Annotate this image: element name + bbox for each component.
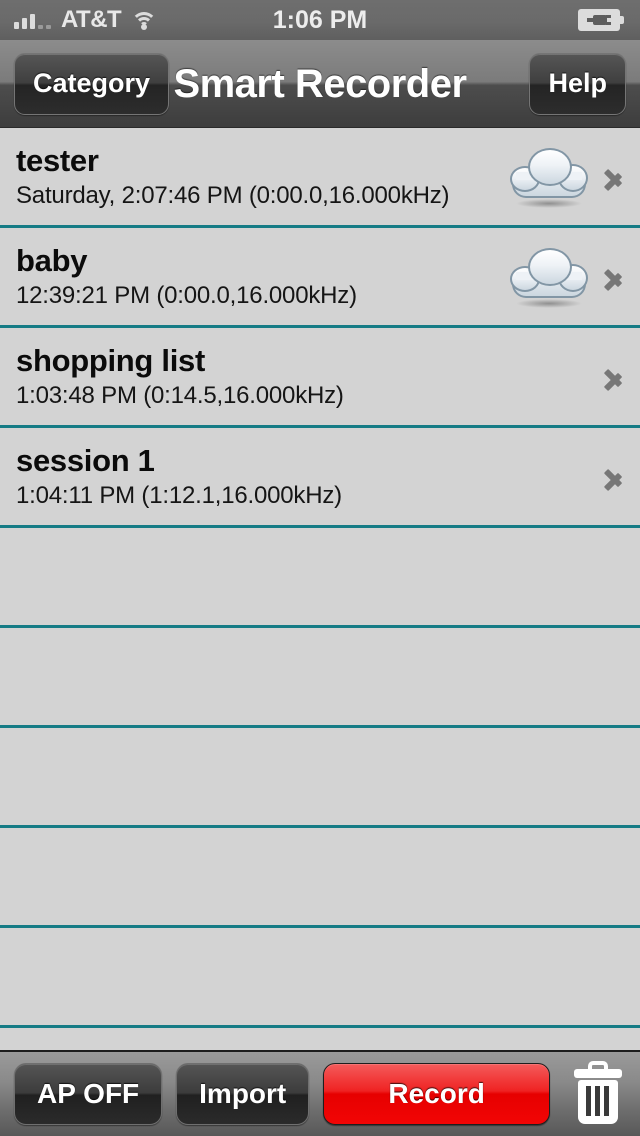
app-screen: AT&T 1:06 PM Category Smart Recorder Hel… [0,0,640,1136]
list-item-text: session 1 1:04:11 PM (1:12.1,16.000kHz) [0,442,602,512]
import-button[interactable]: Import [176,1063,310,1125]
status-bar: AT&T 1:06 PM [0,0,640,40]
list-item-text: tester Saturday, 2:07:46 PM (0:00.0,16.00… [0,142,508,212]
category-button[interactable]: Category [14,52,170,115]
cloud-icon[interactable] [508,246,590,308]
list-item [0,1028,640,1050]
list-item [0,928,640,1028]
list-item-text: shopping list 1:03:48 PM (0:14.5,16.000kH… [0,342,602,412]
list-item-subtitle: Saturday, 2:07:46 PM (0:00.0,16.000kHz) [16,181,450,209]
list-item-title: baby [16,242,88,278]
trash-icon[interactable] [570,1061,626,1127]
record-button[interactable]: Record [323,1063,550,1125]
list-item-subtitle: 12:39:21 PM (0:00.0,16.000kHz) [16,281,357,309]
chevron-right-icon[interactable] [602,460,626,494]
list-item-accessories [602,360,640,394]
list-item-text: baby 12:39:21 PM (0:00.0,16.000kHz) [0,242,508,312]
cloud-icon[interactable] [508,146,590,208]
status-bar-left: AT&T [0,6,240,34]
list-item-accessories [508,246,640,308]
chevron-right-icon[interactable] [602,260,626,294]
list-item[interactable]: session 1 1:04:11 PM (1:12.1,16.000kHz) [0,428,640,528]
status-bar-right [400,9,640,31]
chevron-right-icon[interactable] [602,160,626,194]
list-item [0,728,640,828]
battery-charging-icon [578,9,624,31]
list-item [0,528,640,628]
list-item[interactable]: baby 12:39:21 PM (0:00.0,16.000kHz) [0,228,640,328]
status-bar-clock: 1:06 PM [272,5,368,34]
chevron-right-icon[interactable] [602,360,626,394]
wifi-icon [131,10,158,30]
recordings-list[interactable]: tester Saturday, 2:07:46 PM (0:00.0,16.00… [0,128,640,1050]
carrier-label: AT&T [61,6,122,33]
help-button[interactable]: Help [529,52,626,115]
bottom-toolbar: AP OFF Import Record [0,1050,640,1136]
ap-toggle-button[interactable]: AP OFF [14,1063,163,1125]
list-item-title: session 1 [16,442,155,478]
list-item [0,628,640,728]
list-item[interactable]: tester Saturday, 2:07:46 PM (0:00.0,16.00… [0,128,640,228]
navigation-bar: Category Smart Recorder Help [0,40,640,128]
list-item-accessories [508,146,640,208]
list-item-title: shopping list [16,342,205,378]
list-item [0,828,640,928]
signal-strength-icon [14,11,51,29]
list-item-accessories [602,460,640,494]
list-item-title: tester [16,142,99,178]
list-item[interactable]: shopping list 1:03:48 PM (0:14.5,16.000kH… [0,328,640,428]
list-item-subtitle: 1:03:48 PM (0:14.5,16.000kHz) [16,381,344,409]
list-item-subtitle: 1:04:11 PM (1:12.1,16.000kHz) [16,481,342,509]
